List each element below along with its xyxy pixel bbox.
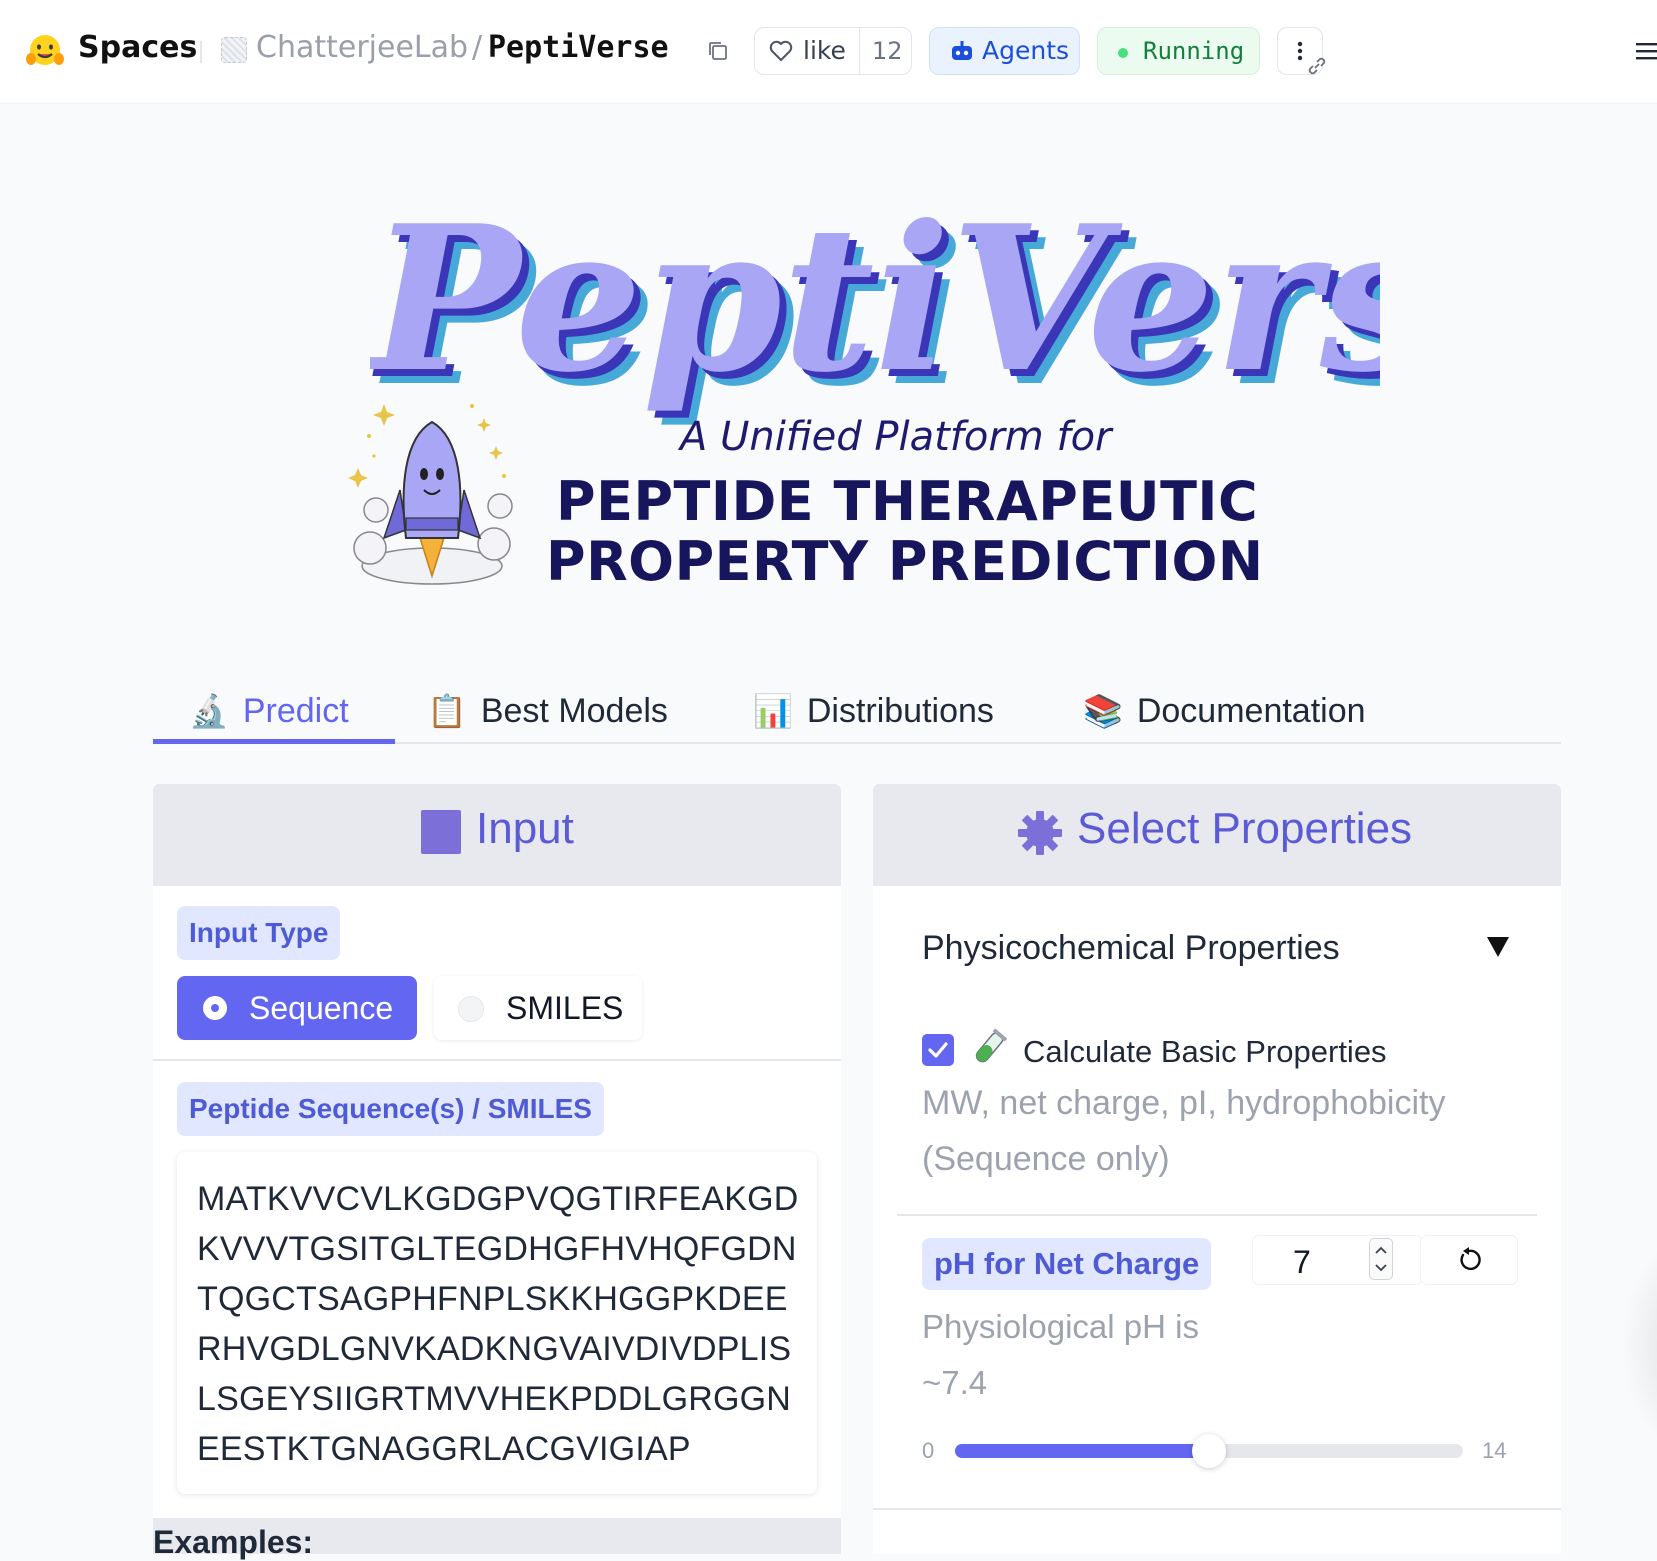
microscope-icon: 🔬	[189, 692, 229, 730]
tab-label: Best Models	[480, 691, 668, 730]
ph-reset-button[interactable]	[1421, 1236, 1517, 1284]
bar-chart-icon: 📊	[753, 692, 793, 730]
like-label: like	[803, 36, 846, 65]
sequence-line: EESTKTGNAGGRLACGVIGIAP	[197, 1430, 691, 1468]
svg-text:PeptiVerse: PeptiVerse	[370, 185, 1380, 417]
test-tube-icon	[975, 1028, 1007, 1063]
input-type-label: Input Type	[177, 906, 341, 960]
checkmark-icon	[928, 1042, 948, 1058]
radio-label: SMILES	[506, 990, 624, 1026]
ph-slider-min: 0	[922, 1438, 935, 1463]
hamburger-menu-icon[interactable]	[1636, 42, 1657, 60]
tab-best-models[interactable]: 📋 Best Models	[427, 680, 668, 742]
radio-unselected-icon	[458, 996, 484, 1022]
kebab-menu-icon	[1297, 41, 1303, 61]
org-name-link[interactable]: ChatterjeeLab	[256, 30, 468, 65]
ph-info: Physiological pH is ~7.4	[922, 1308, 1199, 1401]
sequence-line: MATKVVCVLKGDGPVQGTIRFEAKGD	[197, 1180, 799, 1218]
radio-selected-icon	[203, 996, 227, 1020]
ph-slider-thumb[interactable]	[1192, 1434, 1226, 1468]
sequence-line: LSGEYSIIGRTMVVHEKPDDLGRGGN	[197, 1380, 792, 1418]
tab-label: Predict	[242, 691, 349, 730]
purple-square-icon	[421, 810, 461, 854]
stepper-arrows-icon	[1375, 1246, 1387, 1272]
properties-panel-header: Select Properties	[873, 784, 1561, 886]
tab-bar: 🔬 Predict 📋 Best Models 📊 Distributions …	[153, 680, 1561, 744]
like-button[interactable]: like 12	[754, 27, 912, 75]
path-separator: /	[472, 30, 483, 65]
properties-panel-title: Select Properties	[1077, 804, 1413, 853]
top-bar: Spaces ChatterjeeLab / PeptiVerse like 1…	[0, 0, 1657, 104]
divider	[897, 1214, 1537, 1216]
hero-subtitle: A Unified Platform for	[680, 414, 1112, 460]
sequence-textarea[interactable]: MATKVVCVLKGDGPVQGTIRFEAKGD KVVVTGSITGLTE…	[177, 1152, 817, 1494]
accordion-title: Physicochemical Properties	[922, 929, 1340, 967]
link-icon	[1308, 57, 1326, 75]
input-panel-title: Input	[476, 804, 574, 853]
divider	[200, 41, 202, 63]
ph-label: pH for Net Charge	[922, 1238, 1212, 1290]
basic-properties-info: MW, net charge, pI, hydrophobicity (Sequ…	[922, 1084, 1446, 1178]
agents-label: Agents	[982, 36, 1070, 65]
divider	[153, 1059, 841, 1061]
ph-number-input[interactable]: 7	[1253, 1236, 1421, 1284]
tab-distributions[interactable]: 📊 Distributions	[753, 680, 994, 742]
floating-shadow	[1620, 1230, 1657, 1460]
basic-properties-label: Calculate Basic Properties	[1023, 1034, 1387, 1069]
input-panel-header: Input	[153, 784, 841, 886]
radio-label: Sequence	[249, 990, 394, 1026]
tab-documentation[interactable]: 📚 Documentation	[1083, 680, 1366, 742]
tab-label: Distributions	[806, 691, 994, 730]
ph-stepper[interactable]	[1369, 1238, 1393, 1280]
hero-heading-line-1: PEPTIDE THERAPEUTIC	[556, 470, 1259, 533]
tab-predict[interactable]: 🔬 Predict	[189, 680, 349, 742]
active-tab-indicator	[153, 739, 395, 744]
triangle-down-icon	[1487, 937, 1509, 957]
properties-panel: Select Properties Physicochemical Proper…	[873, 784, 1561, 1554]
copy-icon[interactable]	[707, 40, 729, 62]
peptiverse-logo-title: PeptiVerse PeptiVerse PeptiVerse	[370, 185, 1380, 425]
input-panel: Input Input Type Sequence SMILES Peptide…	[153, 784, 841, 1560]
org-avatar[interactable]	[221, 37, 247, 63]
hugging-face-logo-icon[interactable]	[26, 33, 64, 69]
like-count[interactable]: 12	[872, 37, 903, 65]
reset-icon	[1460, 1247, 1481, 1271]
sequence-line: TQGCTSAGPHFNPLSKKHGGPKDEE	[197, 1280, 788, 1318]
hero-heading-line-2: PROPERTY PREDICTION	[546, 530, 1264, 593]
divider	[873, 1508, 1561, 1510]
repo-name-link[interactable]: PeptiVerse	[488, 30, 669, 65]
ph-slider-fill	[955, 1444, 1209, 1458]
basic-properties-checkbox[interactable]	[922, 1034, 954, 1066]
examples-label: Examples:	[153, 1524, 314, 1560]
heart-icon	[769, 40, 793, 61]
agents-button[interactable]: Agents	[929, 27, 1080, 75]
ph-slider[interactable]	[955, 1434, 1463, 1468]
spaces-link[interactable]: Spaces	[78, 30, 197, 65]
status-label: Running	[1143, 37, 1245, 65]
radio-smiles[interactable]: SMILES	[434, 976, 642, 1040]
ph-value: 7	[1293, 1244, 1311, 1280]
gear-icon	[1018, 811, 1062, 855]
sequence-line: KVVVTGSITGLTEGDHGFHVHQFGDN	[197, 1230, 797, 1268]
status-dot-icon	[1118, 48, 1128, 58]
clipboard-icon: 📋	[427, 692, 467, 730]
like-divider	[859, 28, 860, 74]
books-icon: 📚	[1083, 692, 1123, 730]
radio-sequence[interactable]: Sequence	[177, 976, 417, 1040]
ph-slider-max: 14	[1482, 1438, 1507, 1463]
sequence-input-label: Peptide Sequence(s) / SMILES	[177, 1082, 604, 1136]
rocket-mascot-icon	[348, 404, 513, 585]
sequence-line: RHVGDLGNVKADKNGVAIVDIVDPLIS	[197, 1330, 792, 1368]
tab-label: Documentation	[1136, 691, 1366, 730]
status-badge[interactable]: Running	[1097, 27, 1260, 75]
robot-icon	[952, 41, 972, 60]
